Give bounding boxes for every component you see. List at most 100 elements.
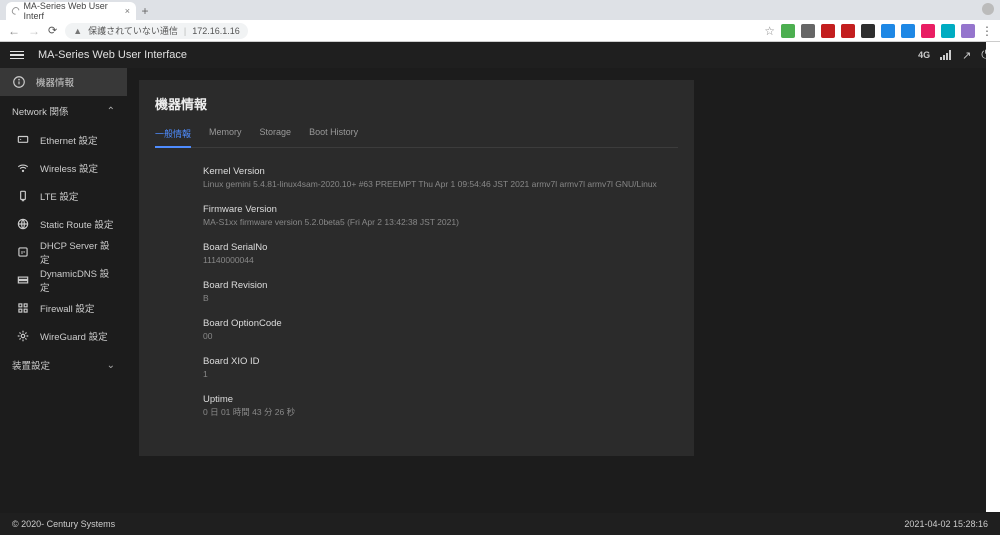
tab-memory[interactable]: Memory — [209, 127, 242, 147]
info-label: Kernel Version — [203, 166, 678, 177]
reload-button[interactable]: ⟳ — [48, 24, 57, 37]
window-control-icon[interactable] — [982, 3, 994, 15]
browser-tab[interactable]: MA-Series Web User Interf × — [6, 2, 136, 20]
sidebar-item-label: Ethernet 設定 — [40, 133, 98, 147]
info-block: Board SerialNo 11140000044 — [155, 242, 678, 266]
url-warning-text: 保護されていない通信 — [88, 24, 178, 37]
sidebar-item[interactable]: DynamicDNS 設定 — [4, 266, 127, 294]
extensions-row: ☆ ⋮ — [764, 24, 992, 38]
info-label: Board Revision — [203, 280, 678, 291]
extension-icon[interactable] — [801, 24, 815, 38]
tab-title: MA-Series Web User Interf — [23, 1, 120, 21]
bookmark-icon[interactable]: ☆ — [764, 24, 775, 38]
sidebar-item-label: Wireless 設定 — [40, 161, 98, 175]
sidebar-item-label: WireGuard 設定 — [40, 329, 108, 343]
tab-一般情報[interactable]: 一般情報 — [155, 127, 191, 148]
sidebar-item[interactable]: Firewall 設定 — [4, 294, 127, 322]
info-block: Board Revision B — [155, 280, 678, 304]
app-bar: MA-Series Web User Interface 4G ↗ ⏻ — [0, 42, 1000, 68]
info-label: Firmware Version — [203, 204, 678, 215]
info-value: B — [203, 293, 678, 304]
sidebar-item-device-info[interactable]: 機器情報 — [0, 68, 127, 96]
extension-icon[interactable] — [861, 24, 875, 38]
status-icons: 4G ↗ ⏻ — [918, 49, 990, 62]
extension-icon[interactable] — [901, 24, 915, 38]
info-label: Uptime — [203, 394, 678, 405]
sidebar-icon — [16, 301, 30, 315]
insecure-icon: ▲ — [73, 26, 82, 36]
forward-button: → — [28, 24, 40, 38]
info-block: Kernel Version Linux gemini 5.4.81-linux4… — [155, 166, 678, 190]
tab-boot-history[interactable]: Boot History — [309, 127, 358, 147]
sidebar-item[interactable]: LTE 設定 — [4, 182, 127, 210]
info-block: Firmware Version MA-S1xx firmware version… — [155, 204, 678, 228]
external-link-icon[interactable]: ↗ — [962, 49, 971, 62]
content-area: 機器情報 一般情報 Memory Storage Boot History Kerne… — [127, 68, 1000, 513]
sidebar-group-label: Network 関係 — [12, 104, 68, 118]
signal-bars-icon — [940, 50, 952, 60]
copyright: © 2020- Century Systems — [12, 519, 115, 529]
extension-icon[interactable] — [881, 24, 895, 38]
sidebar-item[interactable]: IPDHCP Server 設定 — [4, 238, 127, 266]
sidebar-group-network[interactable]: Network 関係 ⌃ — [0, 96, 127, 126]
info-label: Board OptionCode — [203, 318, 678, 329]
menu-icon[interactable] — [10, 51, 24, 60]
sidebar-group-label: 装置設定 — [12, 358, 50, 372]
tab-storage[interactable]: Storage — [260, 127, 292, 147]
info-icon — [12, 75, 26, 89]
sidebar-group-device[interactable]: 装置設定 ⌄ — [0, 350, 127, 380]
info-label: Board SerialNo — [203, 242, 678, 253]
sidebar-item[interactable]: Wireless 設定 — [4, 154, 127, 182]
sidebar-item-label: Firewall 設定 — [40, 301, 94, 315]
tab-close-icon[interactable]: × — [125, 6, 130, 16]
info-block: Board XIO ID 1 — [155, 356, 678, 380]
info-value: Linux gemini 5.4.81-linux4sam-2020.10+ #… — [203, 179, 678, 190]
info-block: Board OptionCode 00 — [155, 318, 678, 342]
sidebar-icon — [16, 189, 30, 203]
browser-address-bar: ← → ⟳ ▲ 保護されていない通信 | 172.16.1.16 ☆ ⋮ — [0, 20, 1000, 42]
extension-icon[interactable] — [821, 24, 835, 38]
info-block: Uptime 0 日 01 時間 43 分 26 秒 — [155, 394, 678, 418]
sidebar-item-label: Static Route 設定 — [40, 217, 113, 231]
new-tab-button[interactable]: + — [136, 2, 154, 20]
sidebar-item[interactable]: Ethernet 設定 — [4, 126, 127, 154]
sidebar: 機器情報 Network 関係 ⌃ Ethernet 設定 Wireless 設定… — [0, 68, 127, 513]
page-title: 機器情報 — [155, 94, 678, 113]
app-title: MA-Series Web User Interface — [38, 49, 187, 61]
svg-text:IP: IP — [21, 250, 25, 255]
info-value: 0 日 01 時間 43 分 26 秒 — [203, 407, 678, 418]
extension-icon[interactable] — [941, 24, 955, 38]
url-field[interactable]: ▲ 保護されていない通信 | 172.16.1.16 — [65, 23, 248, 39]
info-value: 11140000044 — [203, 255, 678, 266]
footer-datetime: 2021-04-02 15:28:16 — [904, 519, 988, 529]
extension-icon[interactable] — [921, 24, 935, 38]
info-card: 機器情報 一般情報 Memory Storage Boot History Kerne… — [139, 80, 694, 456]
sidebar-icon — [16, 329, 30, 343]
back-button[interactable]: ← — [8, 24, 20, 38]
extension-icon[interactable] — [961, 24, 975, 38]
tab-row: 一般情報 Memory Storage Boot History — [155, 127, 678, 148]
extension-icon[interactable] — [841, 24, 855, 38]
browser-menu-icon[interactable]: ⋮ — [981, 24, 992, 38]
extension-icon[interactable] — [781, 24, 795, 38]
sidebar-item-label: DynamicDNS 設定 — [40, 266, 115, 294]
chevron-up-icon: ⌃ — [107, 106, 115, 117]
chevron-down-icon: ⌄ — [107, 360, 115, 371]
info-value: 00 — [203, 331, 678, 342]
browser-tab-strip: MA-Series Web User Interf × + — [0, 0, 1000, 20]
sidebar-item-label: LTE 設定 — [40, 189, 78, 203]
url-text: 172.16.1.16 — [192, 26, 240, 36]
scrollbar-track[interactable] — [986, 42, 1000, 512]
sidebar-icon — [16, 161, 30, 175]
info-label: Board XIO ID — [203, 356, 678, 367]
network-type-badge: 4G — [918, 50, 930, 60]
sidebar-icon: IP — [16, 245, 30, 259]
sidebar-label: 機器情報 — [36, 75, 74, 89]
info-value: MA-S1xx firmware version 5.2.0beta5 (Fri… — [203, 217, 678, 228]
sidebar-icon — [16, 273, 30, 287]
sidebar-item[interactable]: Static Route 設定 — [4, 210, 127, 238]
sidebar-icon — [16, 217, 30, 231]
sidebar-item[interactable]: WireGuard 設定 — [4, 322, 127, 350]
footer: © 2020- Century Systems 2021-04-02 15:28… — [0, 513, 1000, 535]
info-value: 1 — [203, 369, 678, 380]
